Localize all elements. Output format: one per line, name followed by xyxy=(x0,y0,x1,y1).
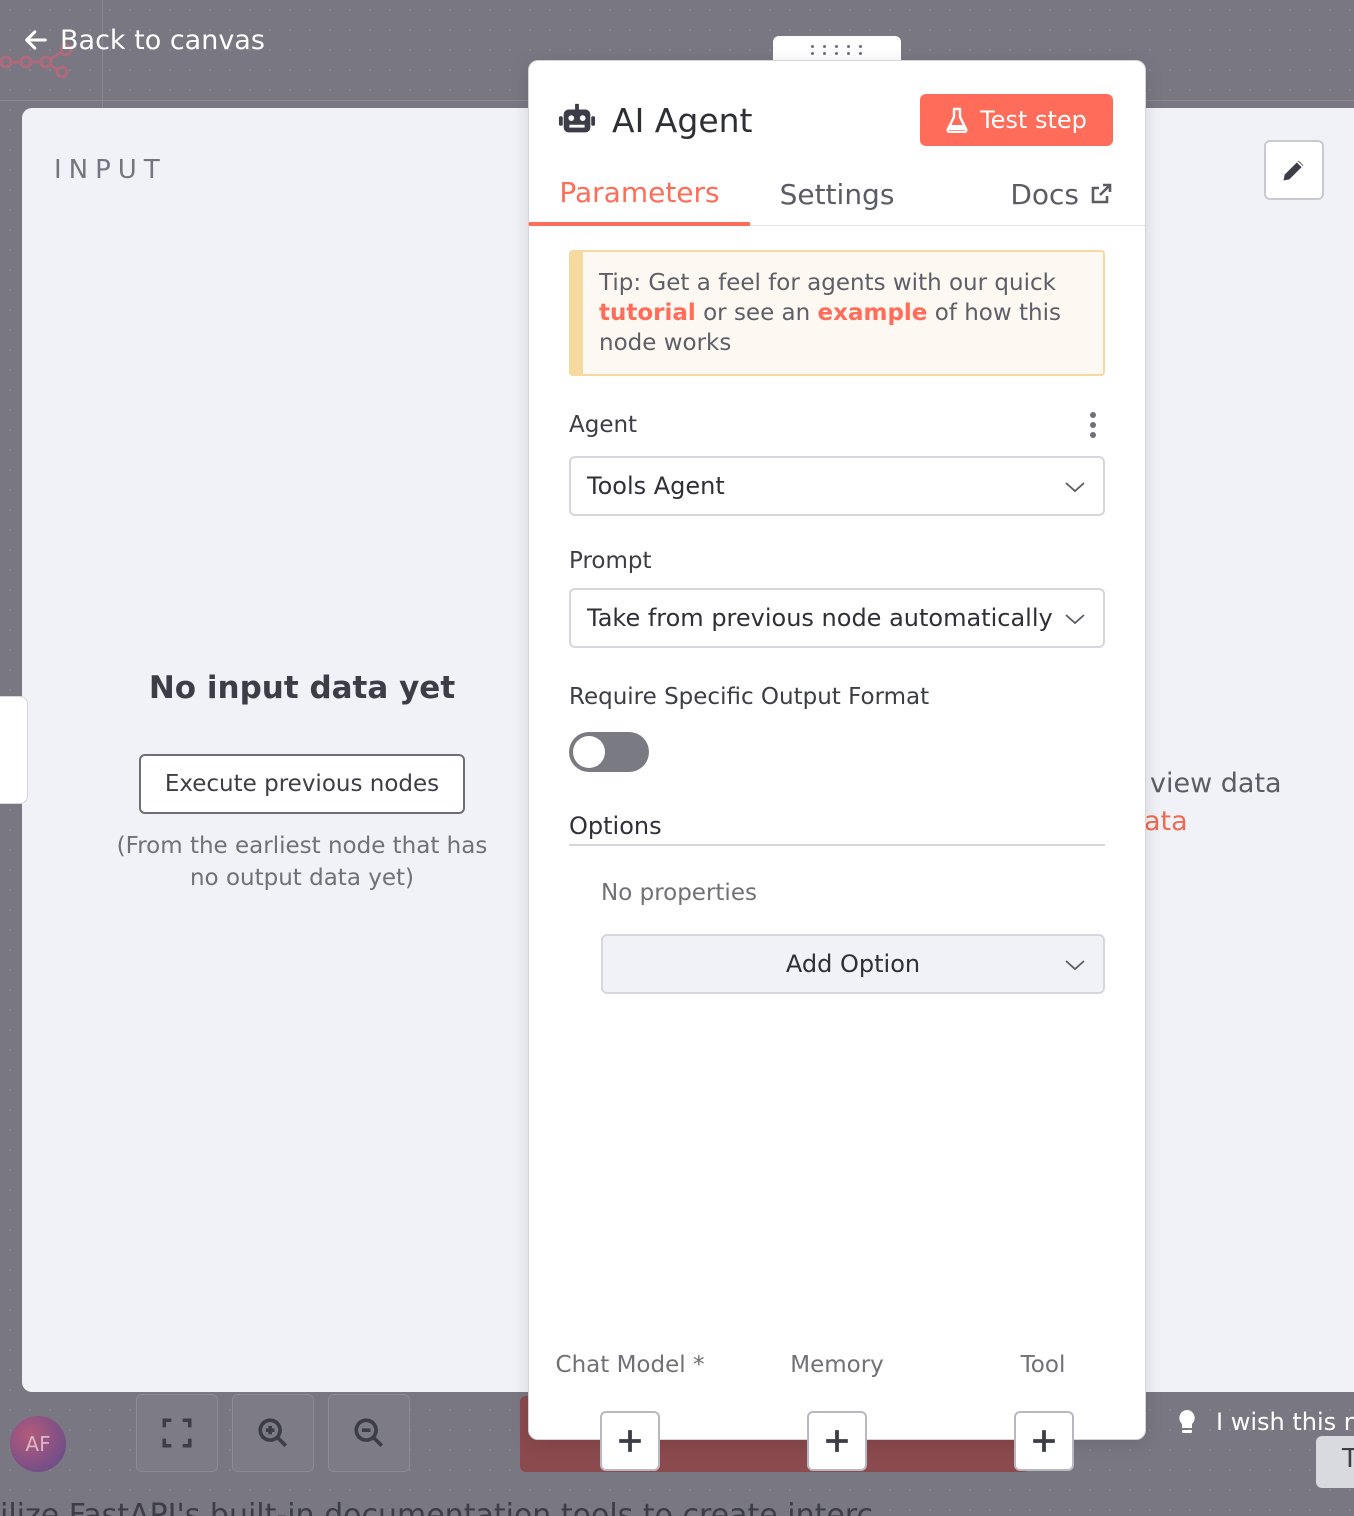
zoom-out-button[interactable] xyxy=(328,1394,410,1472)
prompt-select[interactable]: Take from previous node automatically xyxy=(569,588,1105,648)
prompt-select-value: Take from previous node automatically xyxy=(587,604,1053,632)
tab-parameters[interactable]: Parameters xyxy=(529,162,750,226)
chat-model-connection-label: Chat Model * xyxy=(555,1352,705,1378)
plus-icon xyxy=(1033,1430,1055,1452)
options-heading: Options xyxy=(569,812,1105,846)
add-option-dropdown[interactable]: Add Option xyxy=(601,934,1105,994)
node-title[interactable]: AI Agent xyxy=(612,101,752,140)
node-tabs: Parameters Settings Docs xyxy=(529,162,1145,226)
tip-callout: Tip: Get a feel for agents with our quic… xyxy=(569,250,1105,376)
panel-drag-handle[interactable] xyxy=(0,696,28,804)
tip-prefix: Tip: Get a feel for agents with our quic… xyxy=(599,270,1056,296)
back-to-canvas-label: Back to canvas xyxy=(60,24,265,56)
output-format-toggle[interactable] xyxy=(569,732,649,772)
back-to-canvas-link[interactable]: Back to canvas xyxy=(22,20,265,60)
toggle-knob xyxy=(573,736,605,768)
feedback-text: I wish this no xyxy=(1216,1408,1354,1436)
add-tool-button[interactable] xyxy=(1014,1411,1074,1471)
tab-docs[interactable]: Docs xyxy=(1010,162,1113,226)
prompt-label: Prompt xyxy=(569,548,652,574)
agent-select[interactable]: Tools Agent xyxy=(569,456,1105,516)
add-memory-button[interactable] xyxy=(807,1411,867,1471)
tool-connection-label: Tool xyxy=(1020,1352,1066,1378)
test-step-button[interactable]: Test step xyxy=(920,94,1113,146)
pencil-icon xyxy=(1283,160,1304,181)
no-properties-text: No properties xyxy=(601,880,757,906)
output-hint-text: view data xyxy=(1150,768,1282,799)
fit-view-button[interactable] xyxy=(136,1394,218,1472)
agent-label: Agent xyxy=(569,412,638,438)
flask-icon xyxy=(946,107,968,133)
tutorial-link[interactable]: tutorial xyxy=(599,300,696,326)
external-link-icon xyxy=(1091,183,1112,204)
node-header: AI Agent xyxy=(558,98,752,142)
execute-previous-nodes-button[interactable]: Execute previous nodes xyxy=(139,754,465,814)
lightbulb-icon xyxy=(1179,1410,1195,1433)
fit-view-icon xyxy=(162,1418,192,1448)
chevron-down-icon xyxy=(1065,614,1085,625)
plus-icon xyxy=(619,1430,641,1452)
add-chat-model-button[interactable] xyxy=(600,1411,660,1471)
execute-hint: (From the earliest node that has no outp… xyxy=(116,833,488,891)
chevron-down-icon xyxy=(1065,960,1085,971)
input-panel-heading: INPUT xyxy=(54,155,167,185)
zoom-in-button[interactable] xyxy=(232,1394,314,1472)
tab-docs-label: Docs xyxy=(1010,177,1079,211)
add-option-label: Add Option xyxy=(785,950,921,978)
output-hint-link[interactable]: ata xyxy=(1144,806,1188,837)
agent-select-value: Tools Agent xyxy=(587,472,725,500)
plus-icon xyxy=(826,1430,848,1452)
user-avatar[interactable]: AF xyxy=(10,1416,66,1472)
arrow-left-icon xyxy=(25,30,47,50)
zoom-out-icon xyxy=(354,1418,384,1448)
zoom-in-icon xyxy=(258,1418,288,1448)
robot-icon xyxy=(558,103,596,133)
feedback-button[interactable]: T xyxy=(1316,1436,1354,1488)
memory-connection-label: Memory xyxy=(790,1352,884,1378)
drag-dots-icon xyxy=(811,45,863,55)
tip-middle: or see an xyxy=(695,300,818,326)
test-step-label: Test step xyxy=(980,106,1087,134)
chevron-down-icon xyxy=(1065,482,1085,493)
field-options-icon[interactable] xyxy=(1082,412,1104,438)
edit-output-button[interactable] xyxy=(1264,140,1324,200)
feedback-prompt[interactable]: I wish this no xyxy=(1176,1404,1354,1440)
tab-settings[interactable]: Settings xyxy=(753,162,921,226)
example-link[interactable]: example xyxy=(818,300,928,326)
background-sticky-note-text: ilize FastAPI's built-in documentation t… xyxy=(0,1498,873,1516)
output-format-label: Require Specific Output Format xyxy=(569,684,930,710)
no-input-title: No input data yet xyxy=(148,670,456,706)
